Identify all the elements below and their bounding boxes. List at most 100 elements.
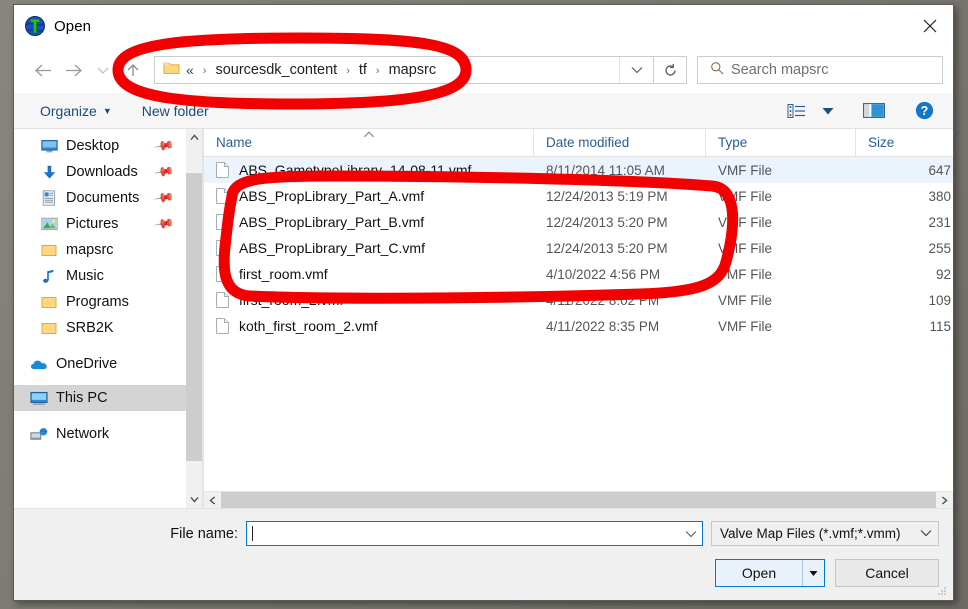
organize-label: Organize (40, 102, 97, 119)
cancel-button[interactable]: Cancel (835, 559, 939, 587)
chevron-up-icon[interactable] (186, 129, 202, 146)
help-icon[interactable]: ? (909, 98, 939, 124)
up-button[interactable] (118, 55, 148, 85)
navpane-scrollbar[interactable] (186, 129, 203, 508)
open-file-dialog: Open « › sourcesdk_content › tf › mapsrc… (13, 4, 954, 601)
table-row[interactable]: ABS_PropLibrary_Part_C.vmf 12/24/2013 5:… (204, 235, 953, 261)
breadcrumb-item-2[interactable]: mapsrc (387, 62, 439, 78)
column-header-type[interactable]: Type (706, 129, 856, 156)
file-size: 109 (928, 292, 951, 308)
file-name-cell: ABS_PropLibrary_Part_B.vmf (204, 214, 534, 230)
file-size: 231 (928, 214, 951, 230)
breadcrumb: « › sourcesdk_content › tf › mapsrc (186, 62, 619, 78)
file-name-input[interactable] (246, 521, 703, 546)
file-list-pane: Name Date modified Type Size ABS_Gametyp… (203, 129, 953, 508)
sidebar-item-programs[interactable]: Programs (14, 289, 186, 315)
scrollbar-thumb[interactable] (221, 492, 936, 508)
file-size: 380 (928, 188, 951, 204)
table-row[interactable]: koth_first_room_2.vmf 4/11/2022 8:35 PM … (204, 313, 953, 339)
preview-pane-icon[interactable] (859, 98, 889, 124)
file-name: koth_first_room_2.vmf (239, 318, 378, 334)
pin-icon: 📌 (153, 160, 176, 183)
column-label: Name (216, 135, 253, 150)
back-button[interactable] (28, 55, 58, 85)
desktop-icon (40, 139, 58, 154)
file-date: 12/24/2013 5:19 PM (546, 188, 668, 204)
sidebar-item-onedrive[interactable]: OneDrive (14, 351, 186, 377)
column-headers: Name Date modified Type Size (204, 129, 953, 157)
file-name: first_room.vmf (239, 266, 328, 282)
file-type: VMF File (718, 266, 772, 282)
sidebar-divider (14, 411, 186, 421)
horizontal-scrollbar[interactable] (204, 491, 953, 508)
chevron-right-icon[interactable] (936, 492, 953, 508)
sidebar-item-network[interactable]: Network (14, 421, 186, 447)
breadcrumb-separator: › (346, 65, 350, 77)
file-type: VMF File (718, 214, 772, 230)
new-folder-button[interactable]: New folder (142, 103, 209, 119)
breadcrumb-item-0[interactable]: sourcesdk_content (213, 62, 339, 78)
sidebar-item-label: mapsrc (66, 242, 114, 258)
file-type: VMF File (718, 292, 772, 308)
table-row[interactable]: first_room_2.vmf 4/11/2022 8:02 PM VMF F… (204, 287, 953, 313)
text-caret (252, 526, 253, 541)
file-rows: ABS_GametypeLibrary_14-08-11.vmf 8/11/20… (204, 157, 953, 491)
pin-icon: 📌 (153, 186, 176, 209)
file-type-filter-value: Valve Map Files (*.vmf;*.vmm) (720, 526, 901, 541)
window-title: Open (54, 17, 92, 35)
sidebar-item-music[interactable]: Music (14, 263, 186, 289)
breadcrumb-overflow[interactable]: « (186, 62, 196, 78)
table-row[interactable]: first_room.vmf 4/10/2022 4:56 PM VMF Fil… (204, 261, 953, 287)
sidebar-item-downloads[interactable]: Downloads 📌 (14, 159, 186, 185)
sort-ascending-icon (363, 130, 375, 141)
folder-icon (40, 243, 58, 257)
organize-button[interactable]: Organize ▼ (40, 103, 112, 119)
column-header-size[interactable]: Size (856, 129, 953, 156)
sidebar-item-label: Downloads (66, 164, 138, 180)
open-dropdown-button[interactable] (802, 560, 824, 586)
file-size: 92 (935, 266, 951, 282)
file-type: VMF File (718, 240, 772, 256)
search-box[interactable]: Search mapsrc (697, 56, 943, 84)
table-row[interactable]: ABS_GametypeLibrary_14-08-11.vmf 8/11/20… (204, 157, 953, 183)
file-type: VMF File (718, 162, 772, 178)
chevron-down-icon[interactable] (186, 491, 202, 508)
scrollbar-thumb[interactable] (186, 173, 202, 461)
file-type-filter-select[interactable]: Valve Map Files (*.vmf;*.vmm) (711, 521, 939, 546)
music-icon (40, 269, 58, 284)
file-name-dropdown-button[interactable] (680, 522, 702, 545)
table-row[interactable]: ABS_PropLibrary_Part_A.vmf 12/24/2013 5:… (204, 183, 953, 209)
file-date: 4/11/2022 8:02 PM (546, 292, 660, 308)
column-header-date-modified[interactable]: Date modified (534, 129, 706, 156)
network-icon (30, 427, 48, 442)
file-name: first_room_2.vmf (239, 292, 344, 308)
sidebar-item-documents[interactable]: Documents 📌 (14, 185, 186, 211)
open-button[interactable]: Open (715, 559, 825, 587)
search-input[interactable]: Search mapsrc (731, 62, 829, 78)
view-list-icon[interactable] (781, 98, 811, 124)
sidebar-item-this-pc[interactable]: This PC (14, 385, 186, 411)
sidebar-item-srb2k[interactable]: SRB2K (14, 315, 186, 341)
sidebar-item-mapsrc[interactable]: mapsrc (14, 237, 186, 263)
open-button-label[interactable]: Open (716, 560, 802, 586)
title-bar: Open (14, 5, 953, 47)
column-header-name[interactable]: Name (204, 129, 534, 156)
address-dropdown-button[interactable] (619, 57, 653, 83)
sidebar-item-pictures[interactable]: Pictures 📌 (14, 211, 186, 237)
table-row[interactable]: ABS_PropLibrary_Part_B.vmf 12/24/2013 5:… (204, 209, 953, 235)
chevron-left-icon[interactable] (204, 492, 221, 508)
document-icon (40, 190, 58, 206)
refresh-button[interactable] (653, 56, 687, 84)
address-bar[interactable]: « › sourcesdk_content › tf › mapsrc (154, 56, 654, 84)
breadcrumb-item-1[interactable]: tf (357, 62, 369, 78)
recent-locations-button[interactable] (88, 55, 118, 85)
file-date: 8/11/2014 11:05 AM (546, 162, 665, 178)
resize-grip-icon[interactable] (936, 584, 948, 596)
sidebar-item-desktop[interactable]: Desktop 📌 (14, 133, 186, 159)
sidebar-item-label: Desktop (66, 138, 120, 154)
view-dropdown-button[interactable] (819, 98, 837, 124)
close-button[interactable] (907, 5, 953, 47)
pictures-icon (40, 217, 58, 231)
forward-button[interactable] (58, 55, 88, 85)
file-icon (216, 292, 230, 308)
